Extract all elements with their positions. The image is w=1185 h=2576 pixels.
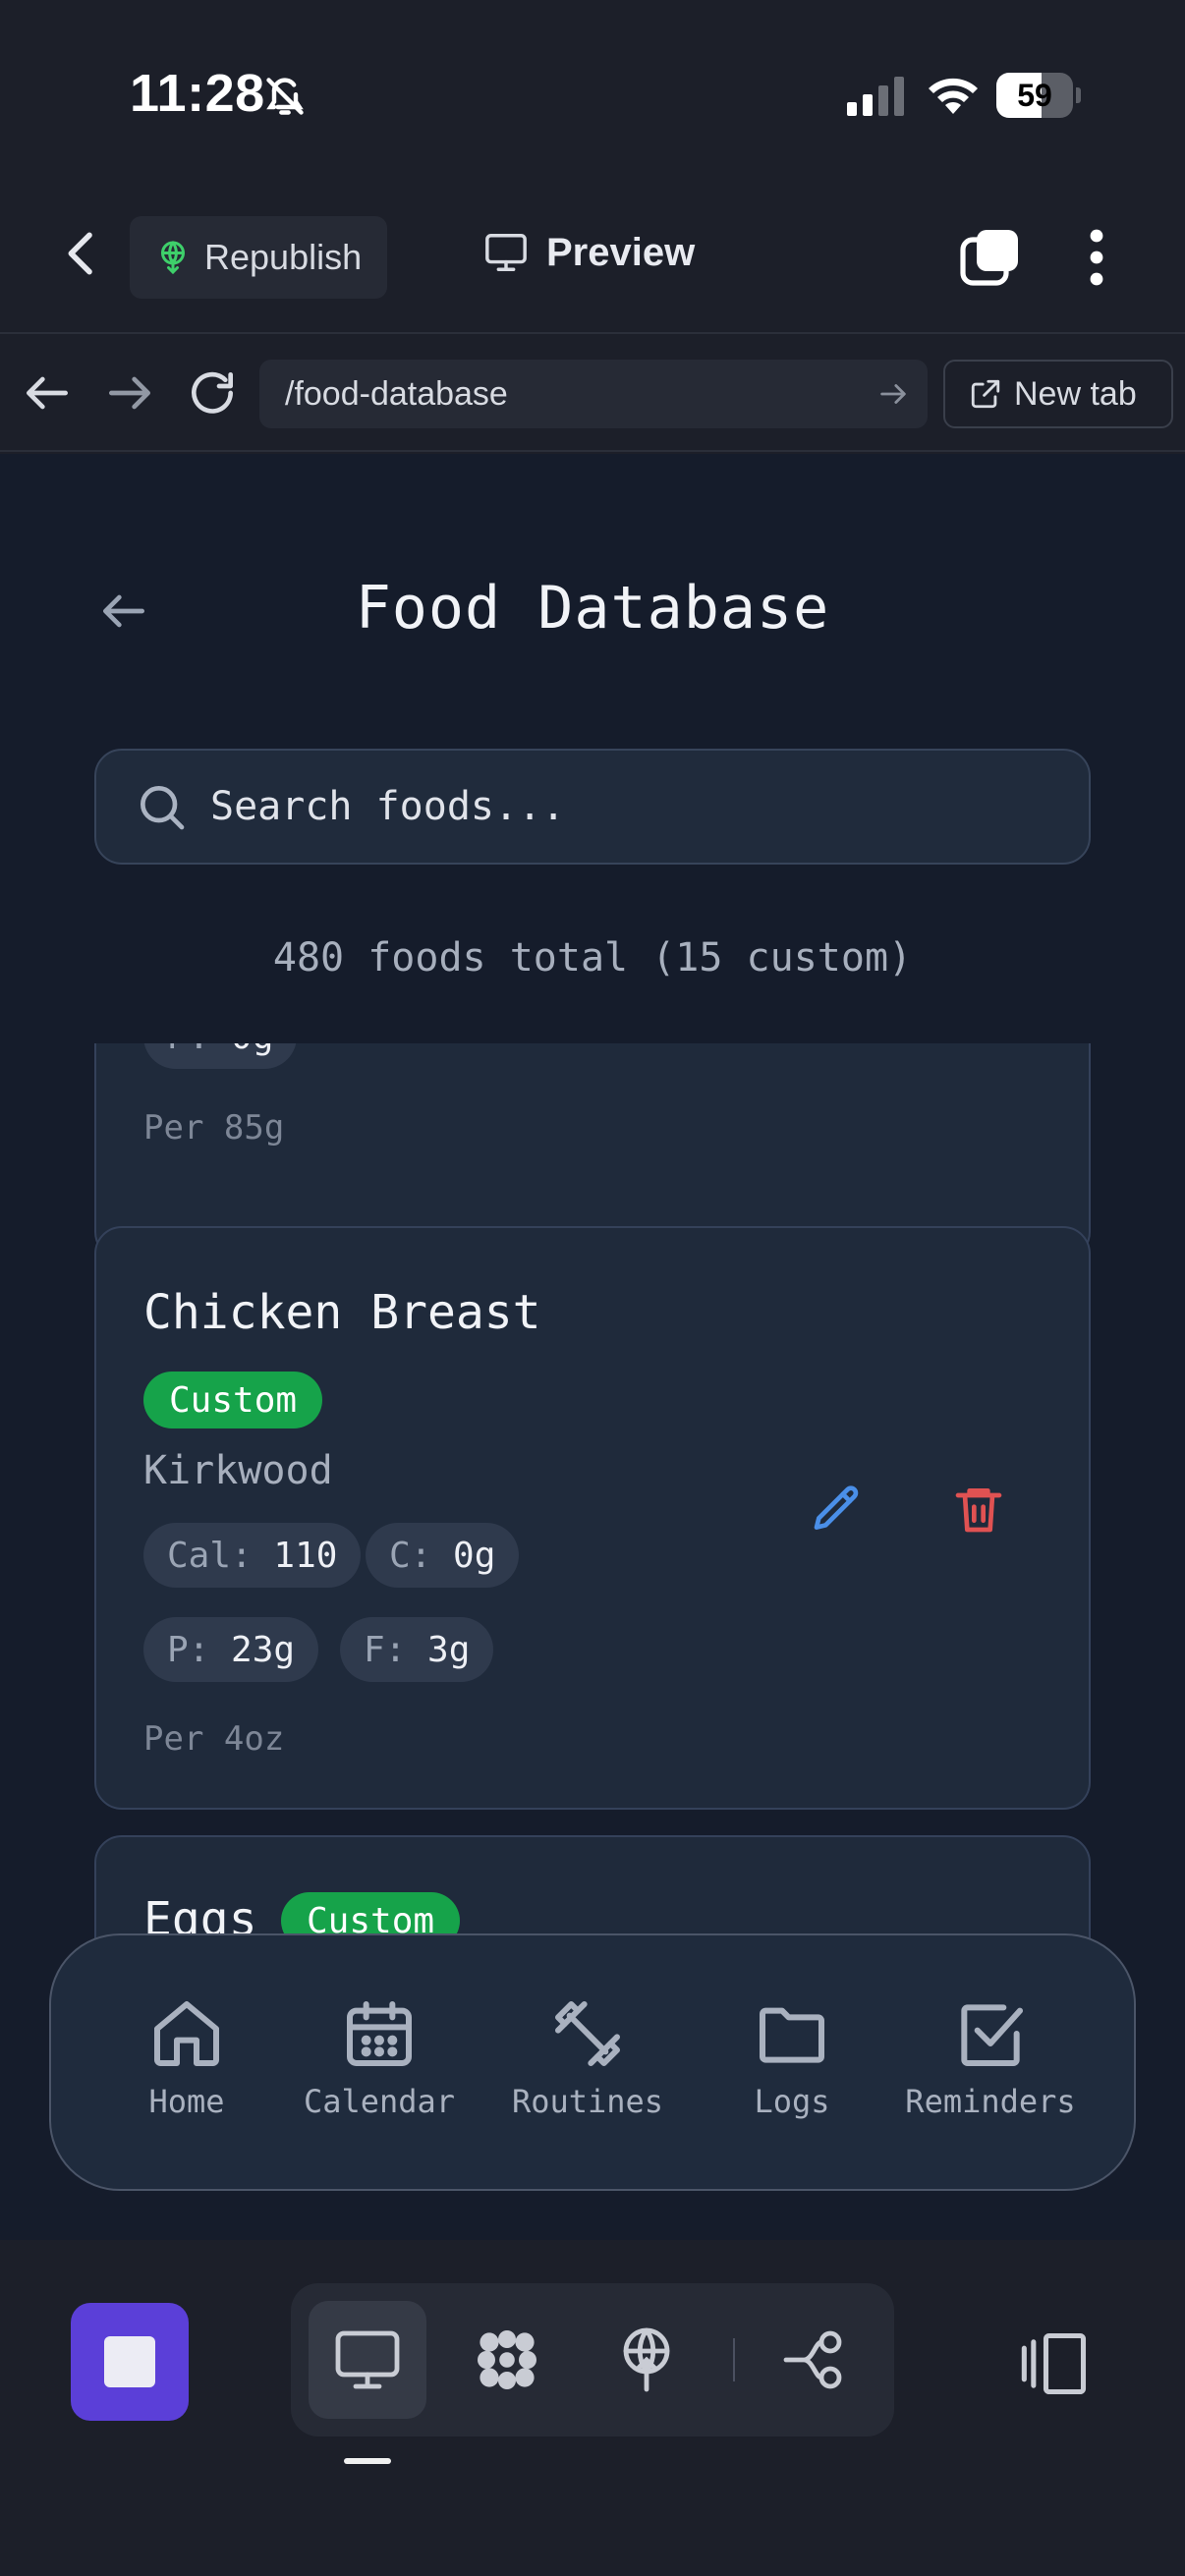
nav-label: Calendar xyxy=(303,2083,456,2120)
git-tool-button[interactable] xyxy=(757,2301,875,2419)
fat-chip: F: 3g xyxy=(340,1617,494,1682)
refresh-icon[interactable] xyxy=(185,365,240,420)
more-vertical-icon[interactable] xyxy=(1077,226,1116,289)
stop-icon xyxy=(104,2336,155,2387)
nav-item-home[interactable]: Home xyxy=(88,1994,285,2120)
git-branch-icon xyxy=(783,2330,842,2389)
status-time: 11:28 xyxy=(130,64,265,123)
bell-muted-icon xyxy=(266,78,304,115)
arrow-right-icon[interactable] xyxy=(102,365,157,420)
wifi-icon xyxy=(929,78,978,114)
food-brand: Kirkwood xyxy=(143,1448,333,1493)
grid-dots-icon xyxy=(478,2330,536,2389)
serving-size: Per 85g xyxy=(143,1108,285,1148)
custom-badge: Custom xyxy=(143,1372,323,1428)
nav-item-reminders[interactable]: Reminders xyxy=(892,1994,1089,2120)
dumbbell-icon xyxy=(555,2001,620,2066)
url-bar[interactable]: /food-database xyxy=(259,360,928,428)
monitor-icon xyxy=(485,234,527,271)
calories-chip: Cal: 110 xyxy=(143,1523,362,1588)
preview-button[interactable]: Preview xyxy=(483,230,695,275)
protein-chip: P: 0g xyxy=(143,1043,298,1069)
status-bar: 11:28 59 xyxy=(0,0,1185,187)
preview-label: Preview xyxy=(546,230,696,274)
food-name: Chicken Breast xyxy=(143,1285,541,1340)
nav-item-logs[interactable]: Logs xyxy=(694,1994,890,2120)
arrow-left-icon[interactable] xyxy=(20,365,75,420)
stop-button[interactable] xyxy=(71,2303,189,2421)
republish-label: Republish xyxy=(204,237,363,277)
chevron-left-icon[interactable] xyxy=(55,226,110,281)
calendar-icon xyxy=(347,2001,412,2066)
url-text: /food-database xyxy=(285,374,508,413)
external-link-icon xyxy=(971,379,1000,409)
food-count: 480 foods total (15 custom) xyxy=(272,935,913,980)
nav-label: Reminders xyxy=(905,2083,1076,2120)
food-card-chicken-breast[interactable]: Chicken Breast Custom Kirkwood Cal: 110 … xyxy=(94,1226,1091,1810)
home-icon xyxy=(154,2001,219,2066)
republish-icon xyxy=(161,241,185,275)
edit-pencil-icon[interactable] xyxy=(810,1482,865,1537)
workspace-tool-button[interactable] xyxy=(448,2301,566,2419)
battery-indicator: 59 xyxy=(996,73,1081,118)
new-tab-button[interactable]: New tab xyxy=(943,360,1173,428)
new-tab-label: New tab xyxy=(1014,374,1137,413)
serving-size: Per 4oz xyxy=(143,1719,285,1759)
home-indicator xyxy=(344,2458,391,2464)
carbs-chip: C: 0g xyxy=(366,1523,520,1588)
go-arrow-icon[interactable] xyxy=(876,377,910,411)
search-icon xyxy=(141,786,185,830)
bottom-nav: Home Calendar Routines Logs Reminders xyxy=(49,1933,1136,2191)
cellular-signal-icon xyxy=(847,77,904,116)
tool-separator xyxy=(733,2338,735,2381)
nav-item-calendar[interactable]: Calendar xyxy=(281,1994,478,2120)
trash-icon[interactable] xyxy=(951,1482,1006,1537)
nav-label: Logs xyxy=(754,2083,830,2120)
tabs-icon[interactable] xyxy=(959,226,1022,289)
search-box[interactable] xyxy=(94,749,1091,865)
side-panel-icon[interactable] xyxy=(1018,2326,1093,2401)
republish-button[interactable]: Republish xyxy=(130,216,387,299)
app-toolbar: Republish Preview xyxy=(0,187,1185,334)
checkbox-icon xyxy=(961,2004,1023,2066)
nav-item-routines[interactable]: Routines xyxy=(489,1994,686,2120)
folder-icon xyxy=(760,2007,824,2063)
protein-chip: P: 23g xyxy=(143,1617,319,1682)
tool-group xyxy=(291,2283,894,2436)
browser-bar: /food-database New tab xyxy=(0,334,1185,452)
editor-bar xyxy=(0,2240,1185,2576)
page-title: Food Database xyxy=(355,574,830,643)
preview-tool-button[interactable] xyxy=(309,2301,426,2419)
search-input[interactable] xyxy=(210,784,1075,829)
nav-label: Home xyxy=(148,2083,225,2120)
monitor-icon xyxy=(335,2330,400,2389)
battery-percent: 59 xyxy=(1017,78,1052,113)
nav-label: Routines xyxy=(511,2083,664,2120)
publish-icon xyxy=(623,2327,670,2392)
deploy-tool-button[interactable] xyxy=(588,2301,705,2419)
